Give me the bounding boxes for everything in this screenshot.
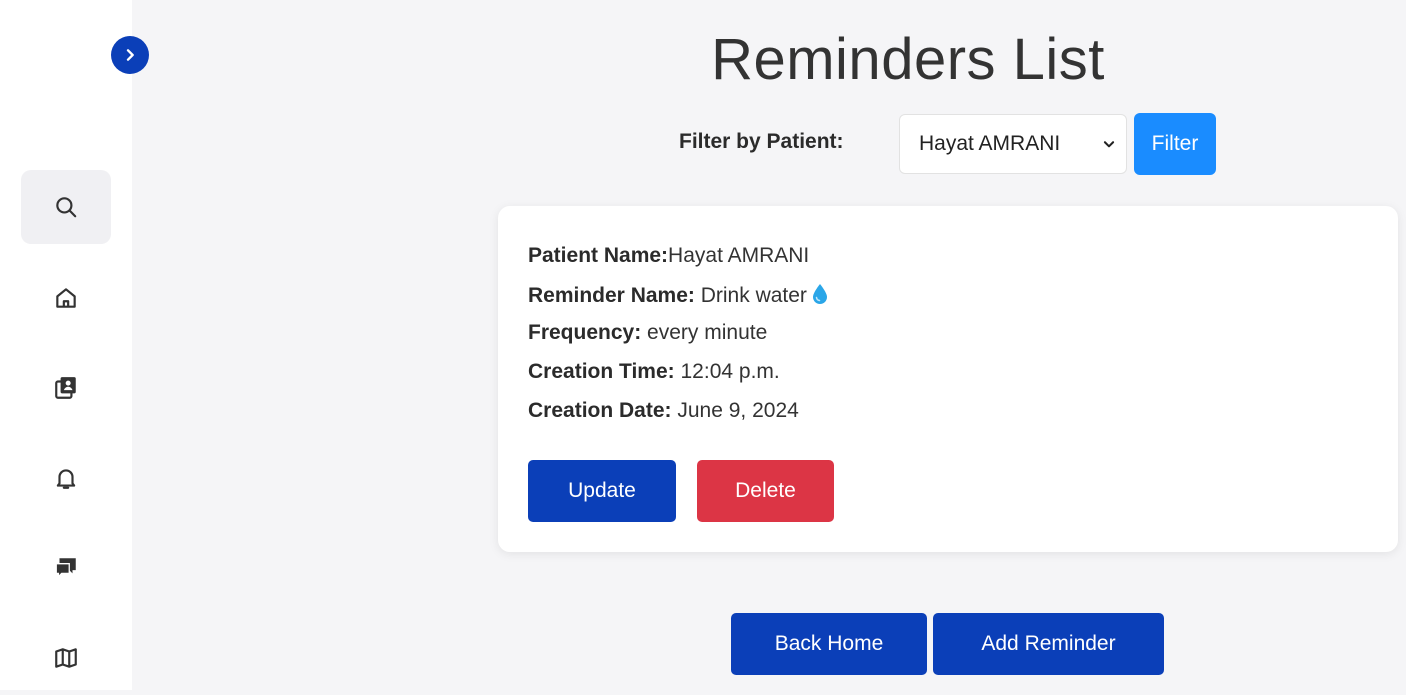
sidebar-item-search[interactable] (21, 170, 111, 244)
creation-date-row: Creation Date: June 9, 2024 (528, 399, 799, 423)
page-title: Reminders List (0, 26, 1406, 106)
chat-icon (55, 558, 76, 579)
add-reminder-button[interactable]: Add Reminder (933, 613, 1164, 675)
map-icon (55, 648, 77, 668)
creation-time-row: Creation Time: 12:04 p.m. (528, 360, 780, 384)
reminder-name-row: Reminder Name: Drink water (528, 283, 829, 308)
filter-label: Filter by Patient: (679, 130, 844, 153)
update-button[interactable]: Update (528, 460, 676, 522)
reminder-name-label: Reminder Name: (528, 284, 695, 307)
sidebar-item-notifications[interactable] (21, 441, 111, 515)
back-home-button[interactable]: Back Home (731, 613, 927, 675)
page-title-text: Reminders List (711, 27, 1105, 92)
delete-button[interactable]: Delete (697, 460, 834, 522)
patient-name-value: Hayat AMRANI (668, 244, 810, 267)
chevron-right-icon (126, 49, 134, 61)
frequency-label: Frequency: (528, 321, 642, 344)
sidebar-item-home[interactable] (21, 261, 111, 335)
creation-time-label: Creation Time: (528, 360, 675, 383)
filter-button[interactable]: Filter (1134, 113, 1216, 175)
home-icon (56, 288, 76, 308)
search-icon (56, 197, 77, 218)
sidebar-item-messages[interactable] (21, 531, 111, 605)
reminder-card: Patient Name:Hayat AMRANI Reminder Name:… (498, 206, 1398, 552)
sidebar-item-map[interactable] (21, 621, 111, 695)
contacts-book-icon (55, 377, 76, 399)
sidebar-toggle-button[interactable] (111, 36, 149, 74)
reminder-name-value: Drink water (700, 284, 807, 307)
water-drop-icon (812, 284, 827, 304)
patient-select-value: Hayat AMRANI (919, 132, 1061, 155)
creation-date-value: June 9, 2024 (677, 399, 799, 422)
sidebar-item-contacts[interactable] (21, 351, 111, 425)
patient-name-label: Patient Name: (528, 244, 669, 267)
creation-date-label: Creation Date: (528, 399, 672, 422)
frequency-value: every minute (647, 321, 768, 344)
chevron-down-icon (1103, 141, 1115, 148)
frequency-row: Frequency: every minute (528, 321, 767, 345)
patient-name-row: Patient Name:Hayat AMRANI (528, 244, 809, 268)
creation-time-value: 12:04 p.m. (680, 360, 780, 383)
patient-select[interactable]: Hayat AMRANI (899, 114, 1127, 174)
bell-icon (56, 469, 76, 489)
